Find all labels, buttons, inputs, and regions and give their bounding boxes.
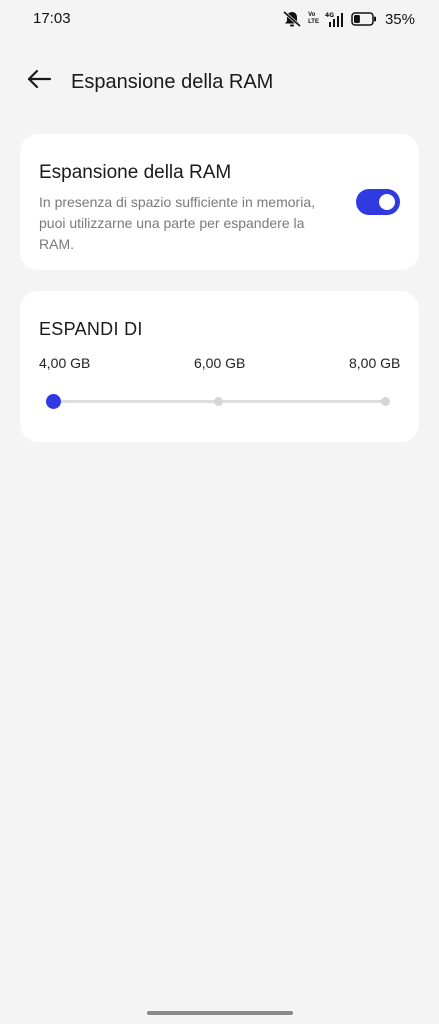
volte-top-label: Vo [308, 12, 316, 18]
volte-bottom-label: LTE [308, 19, 319, 25]
option-label-4gb: 4,00 GB [39, 355, 91, 371]
expand-by-title: ESPANDI DI [39, 319, 143, 339]
option-label-8gb: 8,00 GB [349, 355, 401, 371]
battery-icon [351, 12, 377, 26]
home-indicator[interactable] [147, 1011, 293, 1015]
slider-thumb[interactable] [46, 394, 61, 409]
ram-expansion-title: Espansione della RAM [39, 162, 232, 183]
ram-expansion-card: Espansione della RAM In presenza di spaz… [20, 134, 419, 270]
screen: 17:03 Vo LTE 4G 35% Espansione della RAM… [0, 0, 439, 1024]
expand-by-card: ESPANDI DI 4,00 GB 6,00 GB 8,00 GB [20, 291, 419, 442]
back-button[interactable] [22, 66, 56, 96]
option-label-6gb: 6,00 GB [194, 355, 246, 371]
ram-expansion-description: In presenza di spazio sufficiente in mem… [39, 194, 315, 252]
4g-signal-icon: 4G [325, 11, 345, 27]
status-time: 17:03 [33, 10, 71, 27]
mute-bell-icon [282, 10, 302, 28]
status-bar: 17:03 Vo LTE 4G 35% [0, 0, 439, 40]
slider-tick-6gb[interactable] [214, 397, 223, 406]
slider-tick-8gb[interactable] [381, 397, 390, 406]
app-header: Espansione della RAM [0, 60, 439, 104]
volte-icon: Vo LTE [308, 12, 319, 26]
status-icons: Vo LTE 4G 35% [282, 10, 415, 28]
toggle-knob [379, 194, 395, 210]
svg-text:4G: 4G [325, 12, 334, 19]
battery-percent: 35% [384, 10, 415, 28]
page-title: Espansione della RAM [71, 71, 274, 93]
expand-size-slider[interactable] [46, 391, 392, 411]
arrow-left-icon [26, 68, 52, 95]
ram-expansion-toggle[interactable] [356, 189, 400, 215]
